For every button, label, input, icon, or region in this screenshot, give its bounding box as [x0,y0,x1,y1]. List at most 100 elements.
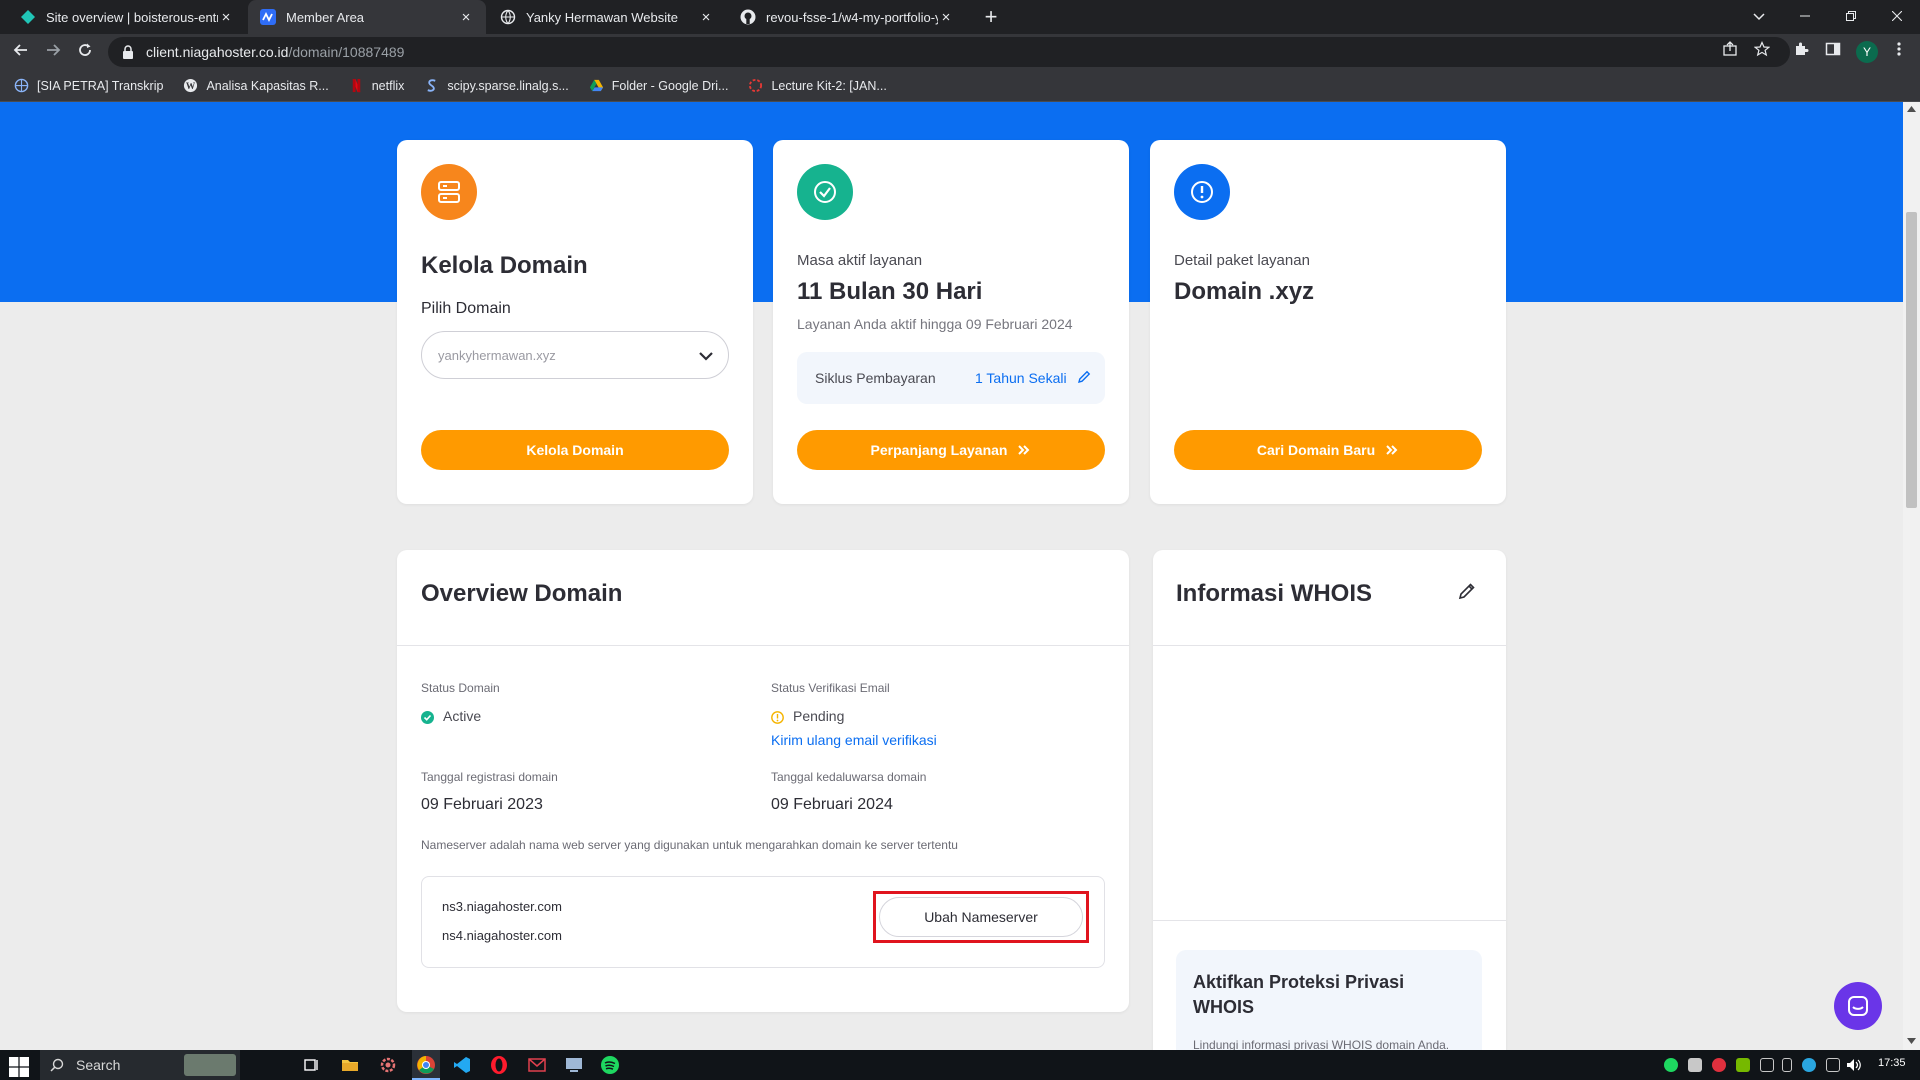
forward-icon[interactable] [40,39,66,65]
bookmark-item[interactable]: [SIA PETRA] Transkrip [14,78,163,93]
button-label: Perpanjang Layanan [870,442,1008,458]
info-circle-icon [1174,164,1230,220]
kelola-domain-button[interactable]: Kelola Domain [421,430,729,470]
nameserver-2: ns4.niagahoster.com [442,928,562,943]
whois-card: Informasi WHOIS Aktifkan Proteksi Privas… [1153,550,1506,1050]
server-icon [421,164,477,220]
display-tray-icon[interactable] [1826,1058,1840,1072]
remote-desktop-icon[interactable] [564,1055,584,1075]
search-label: Search [76,1057,121,1073]
github-icon [740,9,756,25]
close-icon[interactable]: × [218,9,234,26]
bookmark-label: [SIA PETRA] Transkrip [37,78,164,93]
check-circle-icon [421,711,434,724]
taskbar-search[interactable]: Search [40,1050,240,1080]
settings-icon[interactable] [378,1055,398,1075]
wordpress-icon: W [184,78,198,93]
bookmark-item[interactable]: Lecture Kit-2: [JAN... [748,78,887,93]
restore-icon[interactable] [1828,0,1874,34]
edit-icon[interactable] [1458,582,1476,600]
extensions-icon[interactable] [1790,41,1812,63]
warning-circle-icon [771,711,784,724]
tab-github-repo[interactable]: revou-fsse-1/w4-my-portfolio-yank × [728,0,966,34]
back-icon[interactable] [8,39,34,65]
reload-icon[interactable] [72,39,98,65]
bookmark-label: Analisa Kapasitas R... [206,78,329,93]
siklus-label: Siklus Pembayaran [815,370,936,386]
windows-start-icon[interactable] [9,1057,29,1077]
mail-app-icon[interactable] [527,1055,547,1075]
chevron-down-icon [699,352,713,361]
perpanjang-layanan-button[interactable]: Perpanjang Layanan [797,430,1105,470]
bookmark-item[interactable]: W Analisa Kapasitas R... [183,78,329,93]
browser-tab-bar: Site overview | boisterous-entrep × Memb… [0,0,1920,34]
bookmark-item[interactable]: Folder - Google Dri... [589,78,729,93]
taskbar-clock[interactable]: 17:35 [1878,1057,1906,1069]
close-window-icon[interactable] [1874,0,1920,34]
domain-select-value: yankyhermawan.xyz [438,348,556,363]
resend-verification-link[interactable]: Kirim ulang email verifikasi [771,732,937,748]
status-domain-value: Active [443,708,482,724]
monitor-tray-icon[interactable] [1688,1058,1702,1072]
bookmark-star-icon[interactable] [1751,41,1773,63]
battery-tray-icon[interactable] [1782,1058,1792,1072]
browser-toolbar: client.niagahoster.co.id/domain/10887489 [0,34,1920,70]
status-email-label: Status Verifikasi Email [771,681,890,695]
siklus-value[interactable]: 1 Tahun Sekali [975,370,1067,386]
scroll-down-icon[interactable] [1907,1038,1916,1044]
chat-icon [1848,996,1868,1016]
kelola-domain-card: Kelola Domain Pilih Domain yankyhermawan… [397,140,753,504]
tab-title: Member Area [286,9,365,25]
profile-avatar[interactable]: Y [1856,41,1878,63]
bookmark-label: Lecture Kit-2: [JAN... [771,78,887,93]
bookmark-item[interactable]: netflix [349,78,404,93]
cari-domain-baru-button[interactable]: Cari Domain Baru [1174,430,1482,470]
scrollbar-thumb[interactable] [1906,212,1917,508]
detail-paket-label: Detail paket layanan [1174,252,1310,269]
url-host: client.niagahoster.co.id [146,44,289,60]
spotify-tray-icon[interactable] [1664,1058,1678,1072]
task-view-icon[interactable] [302,1055,322,1075]
exp-date-value: 09 Februari 2024 [771,796,893,813]
minimize-icon[interactable] [1782,0,1828,34]
chat-button[interactable] [1834,982,1882,1030]
side-panel-icon[interactable] [1822,41,1844,63]
close-icon[interactable]: × [458,9,474,26]
bookmark-label: Folder - Google Dri... [611,78,729,93]
page-content: Kelola Domain Pilih Domain yankyhermawan… [0,102,1903,1050]
ubah-nameserver-button[interactable]: Ubah Nameserver [879,897,1083,937]
address-bar[interactable]: client.niagahoster.co.id/domain/10887489 [108,37,1790,67]
nvidia-tray-icon[interactable] [1736,1058,1750,1072]
share-icon[interactable] [1719,41,1741,63]
bookmark-item[interactable]: scipy.sparse.linalg.s... [424,78,569,93]
spotify-icon[interactable] [600,1055,620,1075]
google-drive-icon [589,79,603,92]
domain-select[interactable]: yankyhermawan.xyz [421,331,729,379]
status-domain-label: Status Domain [421,681,500,695]
new-tab-button[interactable]: + [978,4,1004,30]
bookmark-label: scipy.sparse.linalg.s... [447,78,569,93]
vscode-icon[interactable] [452,1055,472,1075]
tab-yanky-website[interactable]: Yanky Hermawan Website × [488,0,726,34]
edit-icon[interactable] [1077,370,1091,384]
reg-date-value: 09 Februari 2023 [421,796,543,813]
tab-member-area[interactable]: Member Area × [248,0,486,34]
scroll-up-icon[interactable] [1907,106,1916,112]
app-tray-icon[interactable] [1712,1058,1726,1072]
double-chevron-right-icon [1386,445,1398,455]
close-icon[interactable]: × [698,9,714,26]
divider [1153,645,1506,646]
reg-date-label: Tanggal registrasi domain [421,770,558,784]
tab-site-overview[interactable]: Site overview | boisterous-entrep × [8,0,246,34]
network-tray-icon[interactable] [1802,1058,1816,1072]
menu-icon[interactable] [1888,41,1910,63]
opera-icon[interactable] [489,1055,509,1075]
lecture-kit-icon [749,78,763,93]
file-explorer-icon[interactable] [340,1055,360,1075]
close-icon[interactable]: × [938,9,954,26]
siklus-box: Siklus Pembayaran 1 Tahun Sekali [797,352,1105,404]
chrome-taskbar-item[interactable] [412,1050,440,1080]
tab-search-icon[interactable] [1736,0,1782,34]
storage-tray-icon[interactable] [1760,1058,1774,1072]
volume-icon[interactable] [1846,1058,1862,1072]
